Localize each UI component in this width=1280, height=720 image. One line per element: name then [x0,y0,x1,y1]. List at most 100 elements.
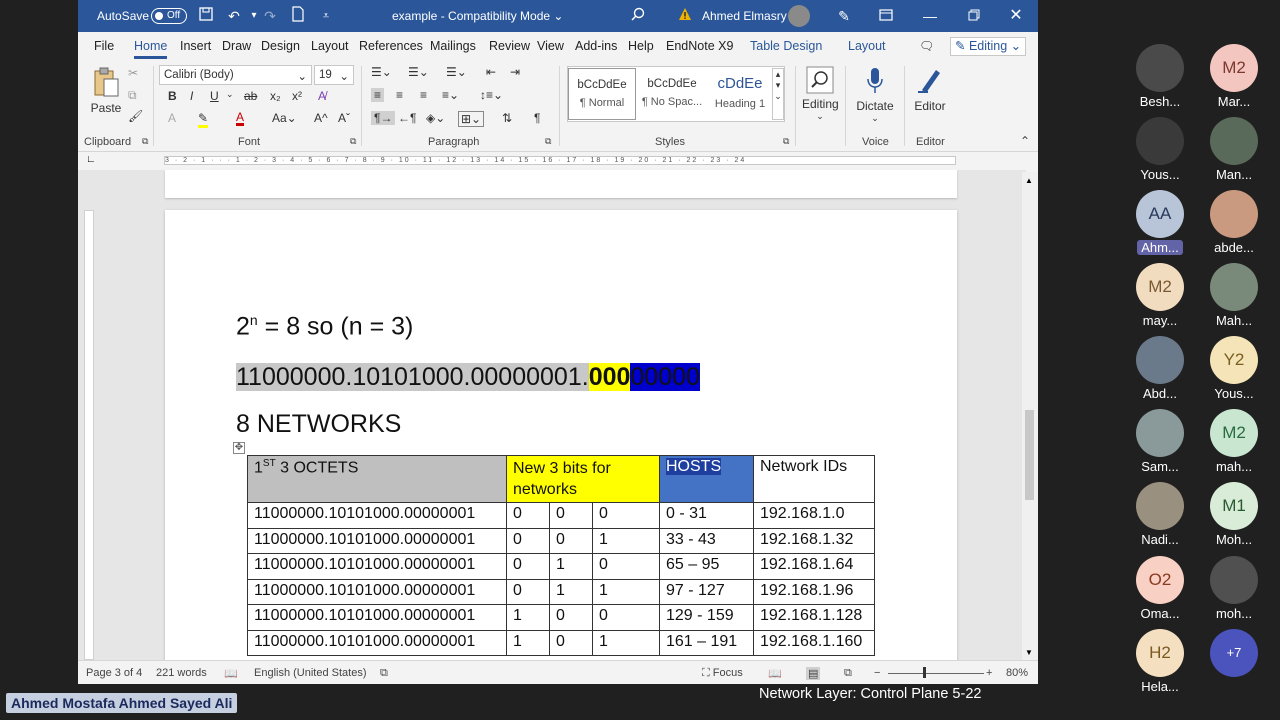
cell-network-id[interactable]: 192.168.1.128 [753,604,875,631]
participant-tile[interactable]: abde... [1194,190,1274,255]
participant-tile[interactable]: Y2 Yous... [1194,336,1274,401]
shrink-font-icon[interactable]: Aˇ [338,111,350,125]
text-effects-icon[interactable]: A [168,111,176,125]
cell-hosts[interactable]: 33 - 43 [659,527,754,554]
clipboard-launcher-icon[interactable]: ⧉ [142,136,148,147]
cell-bit[interactable]: 1 [549,578,593,605]
cell-octets[interactable]: 11000000.10101000.00000001 [247,553,507,580]
tab-design[interactable]: Design [261,39,300,53]
style-normal[interactable]: bCcDdEe ¶ Normal [568,68,636,120]
editing-button[interactable]: Editing ⌄ [802,66,839,122]
tab-table-design[interactable]: Table Design [750,39,822,53]
cell-hosts[interactable]: 65 – 95 [659,553,754,580]
table-move-handle-icon[interactable]: ✥ [233,442,245,454]
cell-network-id[interactable]: 192.168.1.0 [753,502,875,529]
participant-tile[interactable]: Nadi... [1120,482,1200,547]
cell-octets[interactable]: 11000000.10101000.00000001 [247,578,507,605]
search-icon[interactable] [628,6,648,26]
style-no-spacing[interactable]: bCcDdEe ¶ No Spac... [638,68,706,120]
vertical-scrollbar[interactable]: ▲ ▼ [1022,172,1038,662]
tab-home[interactable]: Home [134,39,168,59]
page-count[interactable]: Page 3 of 4 [86,667,142,679]
cell-bit[interactable]: 0 [506,553,550,580]
styles-launcher-icon[interactable]: ⧉ [783,136,789,147]
font-color-icon[interactable]: A [236,111,245,126]
tab-endnote[interactable]: EndNote X9 [666,39,733,53]
shading-icon[interactable]: ◈⌄ [426,111,445,125]
increase-indent-icon[interactable]: ⇥ [510,65,520,79]
cell-network-id[interactable]: 192.168.1.32 [753,527,875,554]
zoom-out-icon[interactable]: − [874,667,880,679]
grow-font-icon[interactable]: A^ [314,111,328,125]
collapse-ribbon-icon[interactable]: ⌃ [1020,134,1030,148]
participant-tile[interactable]: M2 Mar... [1194,44,1274,109]
participant-tile[interactable]: moh... [1194,556,1274,621]
networks-heading[interactable]: 8 NETWORKS [236,410,401,439]
cell-bit[interactable]: 0 [549,629,593,656]
participant-tile[interactable]: Yous... [1120,117,1200,182]
participant-tile[interactable]: Sam... [1120,409,1200,474]
tab-table-layout[interactable]: Layout [848,39,886,53]
document-page[interactable]: 2n = 8 so (n = 3) 11000000.10101000.0000… [165,210,957,660]
scroll-down-icon[interactable]: ▼ [1025,648,1033,657]
more-participants-button[interactable]: +7 [1194,629,1274,677]
customize-toolbar-icon[interactable]: ⩡ [316,6,336,26]
show-marks-icon[interactable]: ¶ [534,111,540,125]
autosave-toggle[interactable]: Off [151,8,187,24]
user-name[interactable]: Ahmed Elmasry [702,9,787,23]
cell-bit[interactable]: 0 [549,527,593,554]
font-size-dropdown[interactable]: 19 ⌄ [314,65,354,85]
header-hosts[interactable]: HOSTS [659,455,754,503]
print-layout-icon[interactable]: ▤ [806,667,821,680]
cut-icon[interactable]: ✂ [128,66,138,80]
read-mode-icon[interactable]: 📖 [768,667,782,680]
tab-addins[interactable]: Add-ins [575,39,617,53]
participant-tile[interactable]: Besh... [1120,44,1200,109]
borders-icon[interactable]: ⊞⌄ [458,111,485,127]
copy-icon[interactable]: ⧉ [128,88,137,103]
clear-formatting-icon[interactable]: A̸ [318,89,326,103]
tab-mailings[interactable]: Mailings [430,39,476,53]
tab-draw[interactable]: Draw [222,39,251,53]
zoom-in-icon[interactable]: + [986,667,992,679]
align-center-button[interactable]: ≡ [396,88,403,102]
scroll-up-icon[interactable]: ▲ [1025,176,1033,185]
cell-hosts[interactable]: 161 – 191 [659,629,754,656]
style-heading-1[interactable]: cDdEe Heading 1 [706,68,774,120]
align-right-button[interactable]: ≡ [420,88,427,102]
cell-octets[interactable]: 11000000.10101000.00000001 [247,502,507,529]
tab-layout[interactable]: Layout [311,39,349,53]
cell-bit[interactable]: 1 [592,629,660,656]
underline-button[interactable]: U [210,89,219,103]
subscript-button[interactable]: x₂ [270,89,281,103]
tab-selector-icon[interactable]: ∟ [86,154,96,165]
cell-octets[interactable]: 11000000.10101000.00000001 [247,527,507,554]
zoom-level[interactable]: 80% [1006,667,1028,679]
participant-tile[interactable]: M1 Moh... [1194,482,1274,547]
ribbon-display-icon[interactable] [876,6,896,26]
align-left-button[interactable]: ≡ [371,88,385,102]
focus-button[interactable]: ⛶ Focus [702,667,743,680]
restore-icon[interactable] [964,6,984,26]
header-new-bits[interactable]: New 3 bits for networks [506,455,660,503]
participant-tile[interactable]: Abd... [1120,336,1200,401]
zoom-slider-thumb[interactable] [923,667,926,678]
rtl-icon[interactable]: ←¶ [398,111,416,125]
paste-button[interactable]: Paste [88,66,124,115]
warning-icon[interactable] [675,6,695,26]
tab-insert[interactable]: Insert [180,39,211,53]
close-icon[interactable]: ✕ [1006,6,1026,26]
font-name-dropdown[interactable]: Calibri (Body) ⌄ [159,65,312,85]
participant-tile[interactable]: AA Ahm... [1120,190,1200,257]
participant-tile[interactable]: M2 mah... [1194,409,1274,474]
scrollbar-thumb[interactable] [1025,410,1034,500]
cell-network-id[interactable]: 192.168.1.96 [753,578,875,605]
accessibility-icon[interactable]: ⧉ [380,667,388,680]
font-launcher-icon[interactable]: ⧉ [350,136,356,147]
cell-hosts[interactable]: 97 - 127 [659,578,754,605]
zoom-slider[interactable] [888,673,984,674]
minimize-icon[interactable]: — [920,6,940,26]
cell-hosts[interactable]: 0 - 31 [659,502,754,529]
proofing-icon[interactable]: 📖 [224,667,238,680]
participant-tile[interactable]: Man... [1194,117,1274,182]
